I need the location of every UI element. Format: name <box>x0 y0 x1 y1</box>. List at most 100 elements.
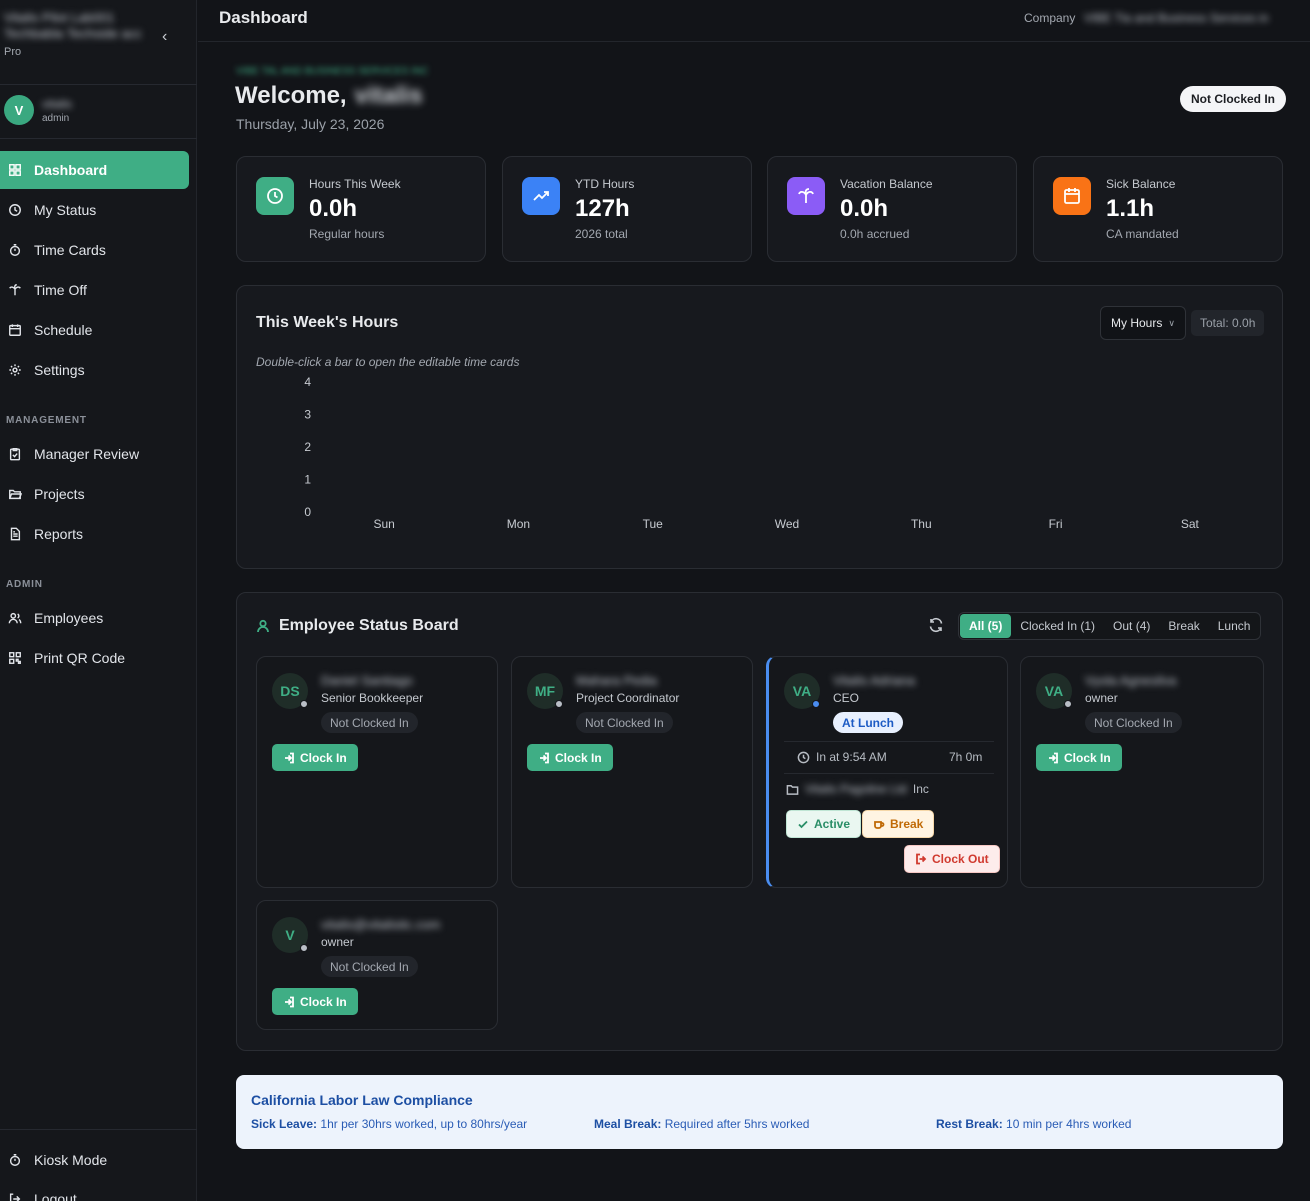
start-break-button[interactable]: Break <box>862 810 935 838</box>
stat-value: 0.0h <box>309 195 358 222</box>
stat-card-ytd-hours: YTD Hours 127h 2026 total <box>502 156 752 262</box>
calendar-icon <box>1053 177 1091 215</box>
sidebar-item-label: Kiosk Mode <box>34 1152 108 1168</box>
project-suffix: Inc <box>912 782 929 796</box>
x-tick-label: Tue <box>643 517 664 531</box>
break-label: Break <box>890 817 924 831</box>
user-name: vitalis <box>42 96 73 111</box>
trending-up-icon <box>522 177 560 215</box>
status-filter-tabs: All (5) Clocked In (1) Out (4) Break Lun… <box>958 612 1262 640</box>
divider <box>784 741 994 742</box>
clock-out-button[interactable]: Clock Out <box>904 845 1000 873</box>
company-label: Company <box>1024 11 1076 25</box>
clock-in-button[interactable]: Clock In <box>272 744 358 771</box>
clock-in-button[interactable]: Clock In <box>1036 744 1122 771</box>
section-label-management: MANAGEMENT <box>6 415 87 426</box>
employee-card: V vitalis@vitalisitc.com owner Not Clock… <box>256 900 498 1030</box>
select-value: My Hours <box>1111 316 1163 330</box>
sidebar-item-manager-review[interactable]: Manager Review <box>0 435 189 473</box>
refresh-icon[interactable] <box>928 617 946 635</box>
status-badge: Not Clocked In <box>321 712 418 733</box>
x-tick-label: Wed <box>775 517 799 531</box>
welcome-heading: Welcome, vitalis <box>235 82 423 110</box>
sidebar-item-label: Time Off <box>34 282 87 298</box>
sidebar-item-reports[interactable]: Reports <box>0 515 189 553</box>
employee-role: owner <box>1085 691 1118 705</box>
stat-label: Sick Balance <box>1106 177 1176 191</box>
stat-subtext: CA mandated <box>1106 227 1179 241</box>
sidebar-item-label: Manager Review <box>34 446 140 462</box>
compliance-item-meal-break: Meal Break: Required after 5hrs worked <box>594 1117 809 1131</box>
clock-in-label: Clock In <box>300 994 347 1009</box>
employee-name: Vyola Agnesilva <box>1085 673 1177 688</box>
x-tick-label: Sun <box>373 517 394 531</box>
clipboard-check-icon <box>9 448 21 461</box>
section-label-admin: ADMIN <box>6 579 43 590</box>
stat-label: YTD Hours <box>575 177 635 191</box>
sidebar-item-dashboard[interactable]: Dashboard <box>0 151 189 189</box>
compliance-banner: California Labor Law Compliance Sick Lea… <box>236 1075 1283 1149</box>
login-icon <box>540 752 549 763</box>
brand: Vitalis Pilot Lab001 Techbabla Techside … <box>4 10 164 58</box>
status-badge: Not Clocked In <box>576 712 673 733</box>
filter-clocked-in[interactable]: Clocked In (1) <box>1011 614 1104 638</box>
status-dot <box>300 944 308 952</box>
clock-in-button[interactable]: Clock In <box>527 744 613 771</box>
collapse-sidebar-icon[interactable]: ‹ <box>162 28 167 46</box>
weekly-hours-chart[interactable]: 0 1 2 3 4 Sun Mon Tue Wed Thu Fri Sat <box>287 374 1267 534</box>
compliance-label: Rest Break: <box>936 1117 1003 1131</box>
brand-name: Vitalis Pilot Lab001 <box>4 10 115 25</box>
clock-out-label: Clock Out <box>932 852 989 866</box>
status-dot <box>1064 700 1072 708</box>
sidebar-item-kiosk-mode[interactable]: Kiosk Mode <box>0 1141 189 1179</box>
stat-subtext: Regular hours <box>309 227 385 241</box>
filter-lunch[interactable]: Lunch <box>1209 614 1260 638</box>
sidebar-item-time-off[interactable]: Time Off <box>0 271 189 309</box>
filter-break[interactable]: Break <box>1159 614 1208 638</box>
clock-in-button[interactable]: Clock In <box>272 988 358 1015</box>
x-tick-label: Sat <box>1181 517 1200 531</box>
user-name: vitalis <box>354 82 423 109</box>
compliance-item-sick-leave: Sick Leave: 1hr per 30hrs worked, up to … <box>251 1117 527 1131</box>
calendar-icon <box>9 324 21 336</box>
greeting: Welcome, <box>235 82 347 109</box>
active-label: Active <box>814 817 851 831</box>
filter-all[interactable]: All (5) <box>960 614 1012 638</box>
divider <box>0 1129 197 1130</box>
sidebar-item-projects[interactable]: Projects <box>0 475 189 513</box>
qr-code-icon <box>9 652 21 664</box>
hours-scope-select[interactable]: My Hours ∨ <box>1100 306 1186 340</box>
sidebar-item-my-status[interactable]: My Status <box>0 191 189 229</box>
sidebar-item-print-qr-code[interactable]: Print QR Code <box>0 639 189 677</box>
current-date: Thursday, July 23, 2026 <box>236 116 385 132</box>
timer-icon <box>9 1154 21 1166</box>
sidebar-item-settings[interactable]: Settings <box>0 351 189 389</box>
x-tick-label: Thu <box>911 517 932 531</box>
sidebar-item-logout[interactable]: Logout <box>0 1180 189 1201</box>
user-profile[interactable]: V vitalis admin <box>4 95 72 125</box>
folder-open-icon <box>9 489 22 500</box>
status-badge: Not Clocked In <box>1085 712 1182 733</box>
x-tick-label: Fri <box>1049 517 1063 531</box>
y-tick-label: 3 <box>304 408 311 422</box>
filter-out[interactable]: Out (4) <box>1104 614 1159 638</box>
set-active-button[interactable]: Active <box>786 810 862 838</box>
sidebar-item-employees[interactable]: Employees <box>0 599 189 637</box>
user-role: admin <box>42 112 70 124</box>
divider <box>0 138 197 139</box>
employee-role: CEO <box>833 691 860 705</box>
stat-value: 127h <box>575 195 630 222</box>
sidebar-item-schedule[interactable]: Schedule <box>0 311 189 349</box>
brand-subtitle: Techbabla Techside acc <box>4 26 142 41</box>
users-icon <box>257 619 269 633</box>
compliance-item-rest-break: Rest Break: 10 min per 4hrs worked <box>936 1117 1131 1131</box>
y-tick-label: 2 <box>304 440 311 454</box>
top-bar: Dashboard Company VIBE Tla and Business … <box>198 0 1310 42</box>
chevron-down-icon: ∨ <box>1168 317 1175 328</box>
sidebar-item-time-cards[interactable]: Time Cards <box>0 231 189 269</box>
sidebar-item-label: Dashboard <box>34 162 108 178</box>
status-dot <box>300 700 308 708</box>
project-name: Vitalis Pagoline Ltd <box>805 782 907 796</box>
company-selector[interactable]: VIBE Tla and Business Services in <box>1084 11 1304 25</box>
compliance-text: 1hr per 30hrs worked, up to 80hrs/year <box>320 1117 528 1131</box>
